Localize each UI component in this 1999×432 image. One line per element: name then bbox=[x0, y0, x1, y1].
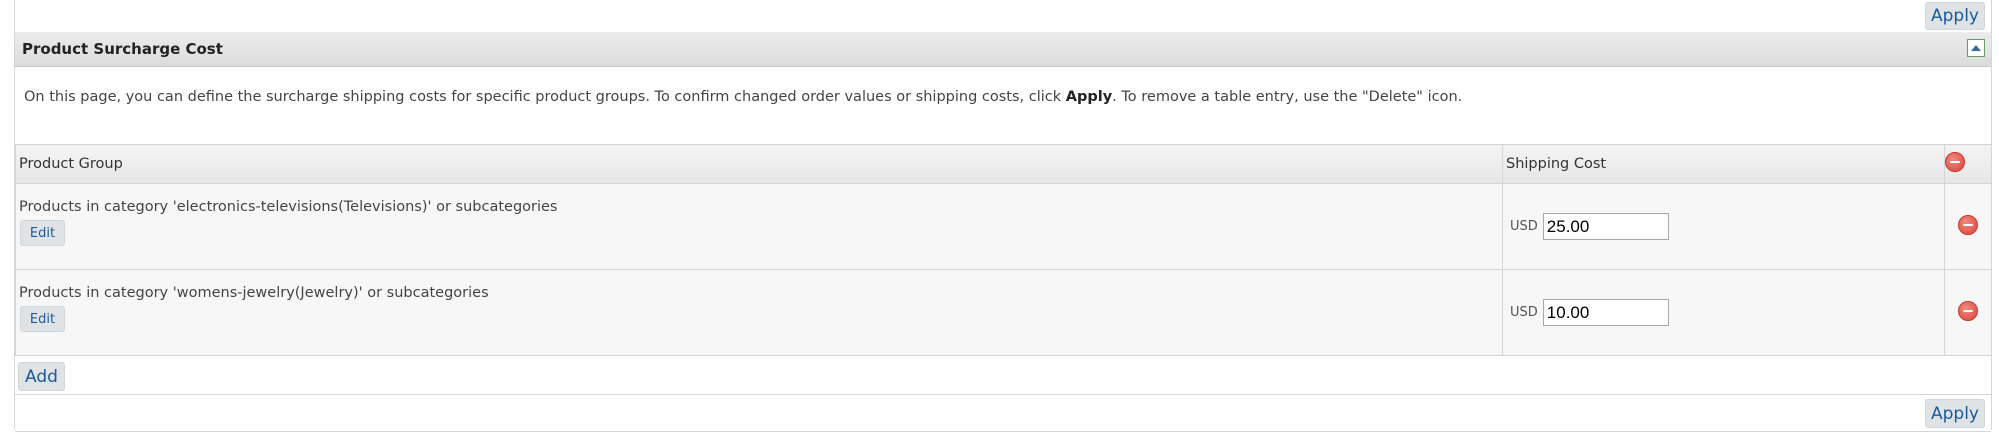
apply-button-bottom[interactable]: Apply bbox=[1925, 399, 1985, 428]
section-title: Product Surcharge Cost bbox=[22, 40, 223, 58]
edit-button[interactable]: Edit bbox=[20, 306, 65, 332]
shipping-cost-input[interactable] bbox=[1542, 213, 1669, 240]
product-group-text: Products in category 'electronics-televi… bbox=[19, 199, 558, 215]
description-text-end: . To remove a table entry, use the "Dele… bbox=[1112, 89, 1463, 105]
table-header-row: Product Group Shipping Cost bbox=[15, 144, 1992, 184]
product-group-text: Products in category 'womens-jewelry(Jew… bbox=[19, 285, 489, 301]
product-surcharge-panel: Apply Product Surcharge Cost On this pag… bbox=[14, 0, 1992, 432]
collapse-up-icon[interactable] bbox=[1967, 39, 1985, 57]
page-description: On this page, you can define the surchar… bbox=[24, 89, 1462, 105]
top-toolbar: Apply bbox=[15, 0, 1991, 33]
currency-label: USD bbox=[1510, 219, 1538, 234]
table-row: Products in category 'electronics-televi… bbox=[15, 183, 1992, 270]
delete-icon[interactable] bbox=[1958, 300, 1978, 321]
delete-cell bbox=[1944, 269, 1992, 356]
add-button[interactable]: Add bbox=[18, 362, 65, 391]
delete-icon[interactable] bbox=[1958, 214, 1978, 235]
shipping-cost-input[interactable] bbox=[1542, 299, 1669, 326]
description-text: On this page, you can define the surchar… bbox=[24, 89, 1066, 105]
surcharge-table: Product Group Shipping Cost Products in … bbox=[15, 144, 1992, 356]
delete-icon[interactable] bbox=[1945, 152, 1965, 172]
delete-cell bbox=[1944, 183, 1992, 270]
section-header: Product Surcharge Cost bbox=[15, 32, 1991, 67]
description-apply-keyword: Apply bbox=[1065, 89, 1113, 105]
product-group-cell: Products in category 'womens-jewelry(Jew… bbox=[15, 269, 1503, 356]
shipping-cost-cell: USD bbox=[1502, 183, 1945, 270]
apply-button-top[interactable]: Apply bbox=[1925, 2, 1985, 30]
column-header-shipping-cost: Shipping Cost bbox=[1502, 144, 1945, 184]
bottom-toolbar: Apply bbox=[15, 394, 1991, 432]
shipping-cost-cell: USD bbox=[1502, 269, 1945, 356]
delete-all-cell bbox=[1944, 144, 1992, 184]
edit-button[interactable]: Edit bbox=[20, 220, 65, 246]
currency-label: USD bbox=[1510, 305, 1538, 320]
product-group-cell: Products in category 'electronics-televi… bbox=[15, 183, 1503, 270]
column-header-product-group: Product Group bbox=[15, 144, 1503, 184]
table-row: Products in category 'womens-jewelry(Jew… bbox=[15, 269, 1992, 356]
